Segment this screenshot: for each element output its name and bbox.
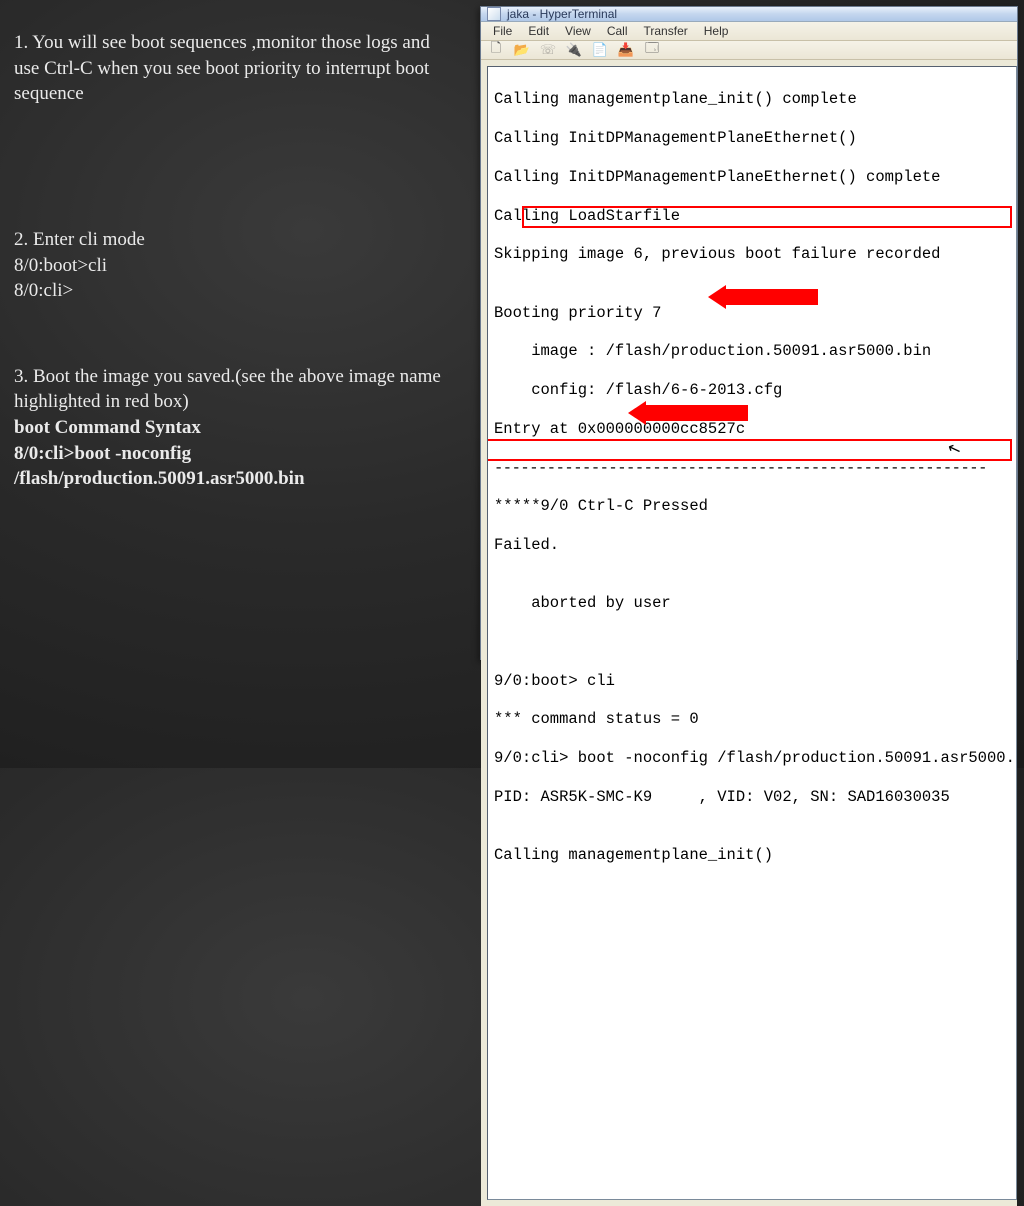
term-line: Booting priority 7: [494, 304, 1010, 323]
step-2-cmd-2: 8/0:cli>: [14, 280, 73, 301]
step-3-command: 8/0:cli>boot -noconfig /flash/production…: [14, 443, 305, 490]
term-line: Calling InitDPManagementPlaneEthernet() …: [494, 168, 1010, 187]
term-line-ctrlc: *****9/0 Ctrl-C Pressed: [494, 497, 1010, 516]
term-line-image-path: image : /flash/production.50091.asr5000.…: [494, 342, 1010, 361]
menu-call[interactable]: Call: [599, 22, 636, 40]
term-line: Calling managementplane_init(): [494, 846, 1010, 865]
step-1: 1. You will see boot sequences ,monitor …: [14, 30, 444, 107]
app-icon: [487, 7, 501, 21]
term-line-boot-cmd: 9/0:cli> boot -noconfig /flash/productio…: [494, 749, 1010, 768]
window-title: jaka - HyperTerminal: [507, 7, 617, 21]
step-2-title: 2. Enter cli mode: [14, 229, 145, 250]
step-2: 2. Enter cli mode 8/0:boot>cli 8/0:cli>: [14, 227, 444, 304]
menu-help[interactable]: Help: [696, 22, 737, 40]
term-line: Skipping image 6, previous boot failure …: [494, 245, 1010, 264]
menu-view[interactable]: View: [557, 22, 599, 40]
term-line: Entry at 0x000000000cc8527c: [494, 420, 1010, 439]
term-line: Failed.: [494, 536, 1010, 555]
properties-icon[interactable]: 🗔: [643, 41, 661, 59]
menu-file[interactable]: File: [485, 22, 520, 40]
menu-edit[interactable]: Edit: [520, 22, 557, 40]
terminal-output[interactable]: Calling managementplane_init() complete …: [487, 66, 1017, 1200]
term-line: PID: ASR5K-SMC-K9 , VID: V02, SN: SAD160…: [494, 788, 1010, 807]
step-3-syntax-label: boot Command Syntax: [14, 417, 201, 438]
term-separator: ----------------------------------------…: [494, 459, 1010, 478]
term-line: Calling LoadStarfile: [494, 207, 1010, 226]
term-line: Calling InitDPManagementPlaneEthernet(): [494, 129, 1010, 148]
term-line-boot-cli: 9/0:boot> cli: [494, 672, 1010, 691]
window-titlebar[interactable]: jaka - HyperTerminal: [481, 7, 1017, 22]
open-file-icon[interactable]: 📂: [513, 41, 531, 59]
toolbar: 🗋 📂 ☏ 🔌 📄 📥 🗔: [481, 41, 1017, 60]
step-3-text: 3. Boot the image you saved.(see the abo…: [14, 366, 441, 413]
disconnect-icon[interactable]: 🔌: [565, 41, 583, 59]
send-icon[interactable]: 📄: [591, 41, 609, 59]
menu-transfer[interactable]: Transfer: [636, 22, 696, 40]
hyperterminal-window: jaka - HyperTerminal File Edit View Call…: [480, 6, 1018, 660]
step-2-cmd-1: 8/0:boot>cli: [14, 255, 107, 276]
instruction-panel: 1. You will see boot sequences ,monitor …: [14, 30, 444, 542]
term-line: Calling managementplane_init() complete: [494, 90, 1010, 109]
connect-icon[interactable]: ☏: [539, 41, 557, 59]
term-line: aborted by user: [494, 594, 1010, 613]
new-file-icon[interactable]: 🗋: [487, 41, 505, 59]
term-line: *** command status = 0: [494, 710, 1010, 729]
menu-bar: File Edit View Call Transfer Help: [481, 22, 1017, 41]
receive-icon[interactable]: 📥: [617, 41, 635, 59]
step-3: 3. Boot the image you saved.(see the abo…: [14, 364, 444, 492]
term-line: config: /flash/6-6-2013.cfg: [494, 381, 1010, 400]
terminal-frame: Calling managementplane_init() complete …: [481, 60, 1017, 1206]
